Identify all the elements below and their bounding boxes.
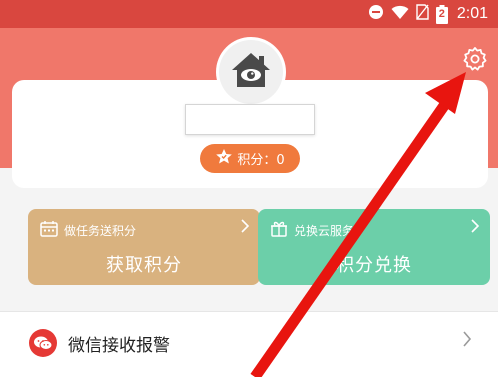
wechat-alarm-label: 微信接收报警 [68,336,170,356]
settings-button[interactable] [462,46,488,72]
wifi-icon [391,5,409,24]
points-label: 积分：0 [237,153,285,168]
redeem-points-title: 积分兑换 [336,255,412,276]
no-sim-icon [416,4,429,24]
wechat-icon [29,329,57,357]
redeem-points-button[interactable]: 兑换云服务 积分兑换 [258,209,490,285]
battery-level: 2 [438,7,445,20]
star-badge-icon [215,148,233,169]
gear-icon [462,47,488,76]
chevron-right-icon [240,218,250,237]
gift-box-icon [270,220,288,240]
battery-icon: 2 [435,4,448,24]
status-time: 2:01 [456,5,488,22]
chevron-right-icon [462,329,472,353]
avatar[interactable] [216,37,286,107]
home-eye-icon [230,51,272,93]
earn-points-title: 获取积分 [106,255,182,276]
status-icons: 2 2:01 [368,4,488,24]
chevron-right-icon [470,218,480,237]
redeem-points-subtitle: 兑换云服务 [294,223,355,238]
points-badge[interactable]: 积分：0 [200,144,300,173]
do-not-disturb-icon [368,4,384,24]
username-box [185,104,315,135]
wechat-alarm-row[interactable]: 微信接收报警 [0,312,498,377]
earn-points-subtitle: 做任务送积分 [64,223,137,238]
status-bar: 2 2:01 [0,0,498,28]
calendar-icon [40,220,58,240]
avatar-image [219,40,283,104]
earn-points-button[interactable]: 做任务送积分 获取积分 [28,209,260,285]
